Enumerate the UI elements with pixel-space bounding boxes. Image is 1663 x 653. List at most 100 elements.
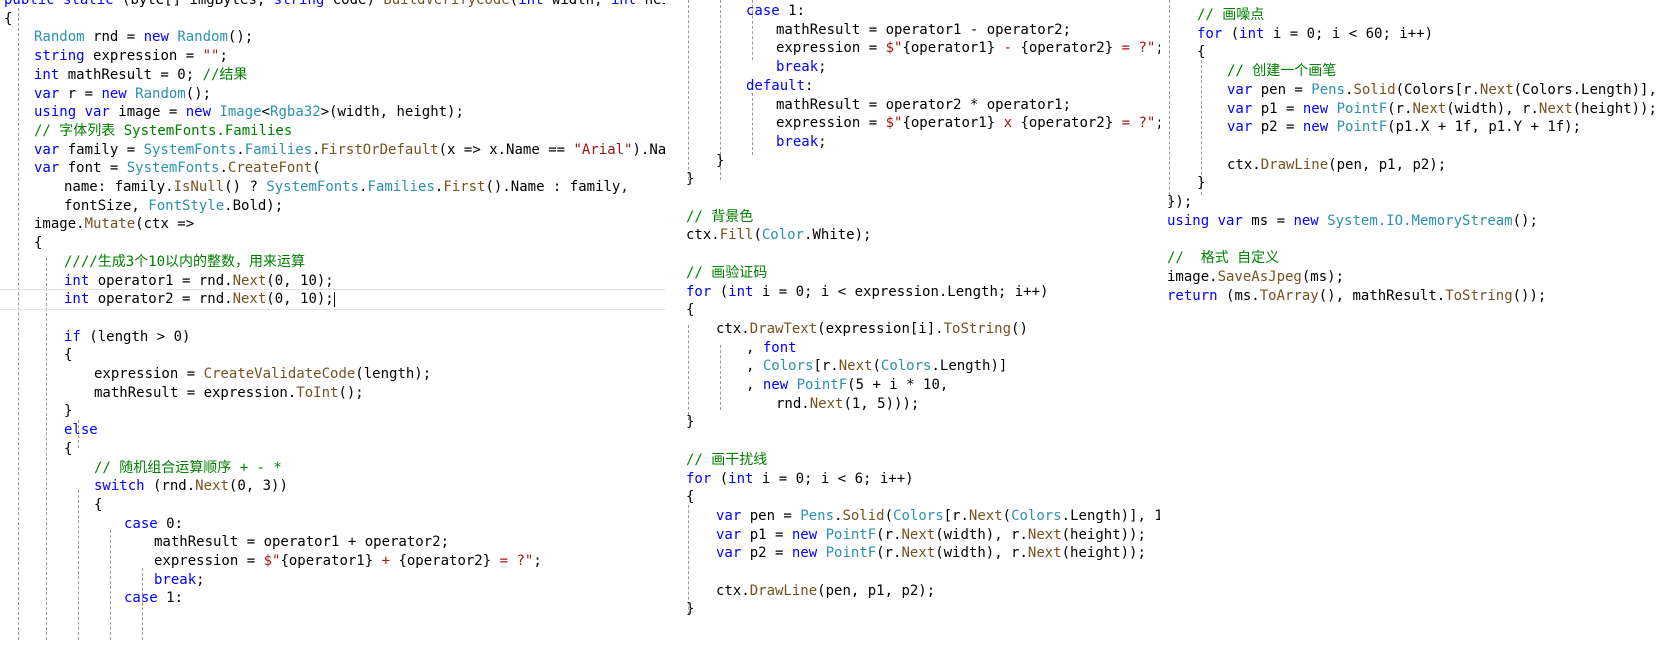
- code-line[interactable]: // 创建一个画笔: [1227, 61, 1336, 81]
- code-line[interactable]: name: family.IsNull() ? SystemFonts.Fami…: [64, 177, 629, 197]
- code-line[interactable]: var p2 = new PointF(p1.X + 1f, p1.Y + 1f…: [1227, 117, 1581, 137]
- code-panel-left[interactable]: public static (byte[] imgBytes, string c…: [0, 0, 665, 653]
- code-token: });: [1167, 194, 1193, 210]
- code-token: .: [219, 160, 228, 177]
- code-token: {: [64, 440, 73, 457]
- code-line[interactable]: int operator1 = rnd.Next(0, 10);: [64, 271, 334, 291]
- code-token: int: [610, 0, 645, 8]
- code-line[interactable]: {: [64, 439, 72, 459]
- code-line[interactable]: }: [64, 401, 72, 421]
- code-token: (: [1230, 25, 1240, 42]
- code-line[interactable]: {: [64, 345, 72, 365]
- code-line[interactable]: mathResult = operator2 * operator1;: [776, 95, 1071, 115]
- code-line[interactable]: for (int i = 0; i < expression.Length; i…: [686, 282, 1048, 302]
- code-panel-middle[interactable]: case 1: mathResult = operator1 - operator…: [682, 0, 1160, 653]
- code-token: ToString: [943, 320, 1012, 337]
- code-line[interactable]: for (int i = 0; i < 6; i++): [686, 469, 914, 489]
- code-panel-right[interactable]: // 画噪点 for (int i = 0; i < 60; i++){ // 创建…: [1163, 0, 1663, 653]
- code-line[interactable]: return (ms.ToArray(), mathResult.ToStrin…: [1167, 286, 1546, 306]
- code-line[interactable]: }: [1197, 173, 1205, 193]
- code-line[interactable]: using var ms = new System.IO.MemoryStrea…: [1167, 211, 1538, 231]
- code-line[interactable]: ctx.DrawText(expression[i].ToString(): [716, 319, 1028, 339]
- code-line[interactable]: var font = SystemFonts.CreateFont(: [34, 158, 321, 178]
- code-line[interactable]: case 0:: [124, 514, 183, 534]
- code-line[interactable]: // 画噪点: [1197, 5, 1264, 25]
- code-token: Next: [195, 478, 229, 495]
- code-token: new: [762, 377, 797, 393]
- code-token: int: [728, 283, 762, 300]
- code-line[interactable]: var r = new Random();: [34, 84, 211, 104]
- code-line[interactable]: });: [1167, 192, 1192, 212]
- code-token: (), mathResult.: [1318, 287, 1446, 304]
- code-line[interactable]: , Colors[r.Next(Colors.Length)]: [746, 356, 1007, 376]
- code-line[interactable]: var family = SystemFonts.Families.FirstO…: [34, 140, 665, 160]
- code-token: p2 =: [1260, 119, 1303, 136]
- code-token: Colors: [762, 358, 814, 375]
- code-line[interactable]: {: [4, 9, 12, 29]
- code-token: 1:: [788, 3, 806, 19]
- code-line[interactable]: }: [686, 169, 694, 189]
- code-line[interactable]: , font: [746, 338, 797, 358]
- code-line[interactable]: mathResult = expression.ToInt();: [94, 383, 364, 403]
- code-token: // 背景色: [686, 208, 754, 225]
- code-token: PointF: [1336, 100, 1388, 117]
- code-line[interactable]: // 随机组合运算顺序 + - *: [94, 458, 282, 478]
- code-line[interactable]: break;: [154, 570, 205, 590]
- indent-guide: [688, 0, 689, 180]
- code-line[interactable]: {: [686, 487, 694, 507]
- code-line[interactable]: break;: [776, 132, 827, 152]
- code-line[interactable]: var p1 = new PointF(r.Next(width), r.Nex…: [716, 525, 1146, 545]
- code-line[interactable]: if (length > 0): [64, 327, 190, 347]
- code-line[interactable]: ctx.Fill(Color.White);: [686, 225, 871, 245]
- code-line[interactable]: default:: [746, 76, 813, 96]
- code-line[interactable]: // 字体列表 SystemFonts.Families: [34, 121, 292, 141]
- code-line[interactable]: {: [34, 233, 42, 253]
- code-token: Colors: [893, 507, 944, 524]
- code-token: (height));: [1572, 100, 1657, 117]
- code-line[interactable]: int operator2 = rnd.Next(0, 10);: [64, 289, 335, 309]
- code-line[interactable]: image.Mutate(ctx =>: [34, 214, 194, 234]
- code-line[interactable]: expression = $"{operator1} - {operator2}…: [776, 38, 1160, 58]
- code-line[interactable]: fontSize, FontStyle.Bold);: [64, 196, 283, 216]
- code-token: int: [1239, 25, 1273, 42]
- code-token: ;: [1155, 40, 1160, 56]
- code-line[interactable]: case 1:: [746, 1, 805, 21]
- code-line[interactable]: public static (byte[] imgBytes, string c…: [4, 0, 665, 10]
- code-token: font: [762, 339, 797, 356]
- code-line[interactable]: expression = CreateValidateCode(length);: [94, 364, 431, 384]
- code-line[interactable]: }: [686, 412, 694, 432]
- code-line[interactable]: string expression = "";: [34, 46, 228, 66]
- code-line[interactable]: switch (rnd.Next(0, 3)): [94, 476, 288, 496]
- code-line[interactable]: for (int i = 0; i < 60; i++): [1197, 24, 1433, 44]
- code-line[interactable]: int mathResult = 0; //结果: [34, 65, 247, 85]
- code-line[interactable]: // 格式 自定义: [1167, 248, 1279, 268]
- code-line[interactable]: , new PointF(5 + i * 10,: [746, 375, 948, 395]
- code-line[interactable]: image.SaveAsJpeg(ms);: [1167, 267, 1344, 287]
- code-line[interactable]: mathResult = operator1 - operator2;: [776, 20, 1071, 40]
- code-line[interactable]: mathResult = operator1 + operator2;: [154, 532, 449, 552]
- code-line[interactable]: rnd.Next(1, 5)));: [776, 394, 919, 414]
- code-line[interactable]: var p2 = new PointF(r.Next(width), r.Nex…: [716, 543, 1146, 563]
- code-line[interactable]: ctx.DrawLine(pen, p1, p2);: [716, 581, 935, 601]
- code-line[interactable]: {: [686, 300, 694, 320]
- code-line[interactable]: else: [64, 420, 98, 440]
- code-line[interactable]: ctx.DrawLine(pen, p1, p2);: [1227, 155, 1446, 175]
- code-token: operator1 = rnd.: [97, 272, 233, 289]
- code-line[interactable]: }: [686, 599, 694, 619]
- code-line[interactable]: case 1:: [124, 588, 183, 608]
- code-line[interactable]: ////生成3个10以内的整数，用来运算: [64, 252, 305, 272]
- code-line[interactable]: // 画验证码: [686, 263, 767, 283]
- code-line[interactable]: }: [716, 151, 724, 171]
- code-line[interactable]: {: [1197, 42, 1205, 62]
- code-line[interactable]: var pen = Pens.Solid(Colors[r.Next(Color…: [1227, 80, 1663, 100]
- code-line[interactable]: var pen = Pens.Solid(Colors[r.Next(Color…: [716, 506, 1160, 526]
- code-line[interactable]: var p1 = new PointF(r.Next(width), r.Nex…: [1227, 99, 1657, 119]
- code-line[interactable]: expression = $"{operator1} + {operator2}…: [154, 551, 542, 571]
- code-line[interactable]: // 画干扰线: [686, 450, 767, 470]
- code-line[interactable]: break;: [776, 57, 827, 77]
- code-line[interactable]: {: [94, 495, 102, 515]
- code-line[interactable]: Random rnd = new Random();: [34, 27, 253, 47]
- code-line[interactable]: expression = $"{operator1} x {operator2}…: [776, 113, 1160, 133]
- code-line[interactable]: using var image = new Image<Rgba32>(widt…: [34, 102, 464, 122]
- code-line[interactable]: // 背景色: [686, 207, 753, 227]
